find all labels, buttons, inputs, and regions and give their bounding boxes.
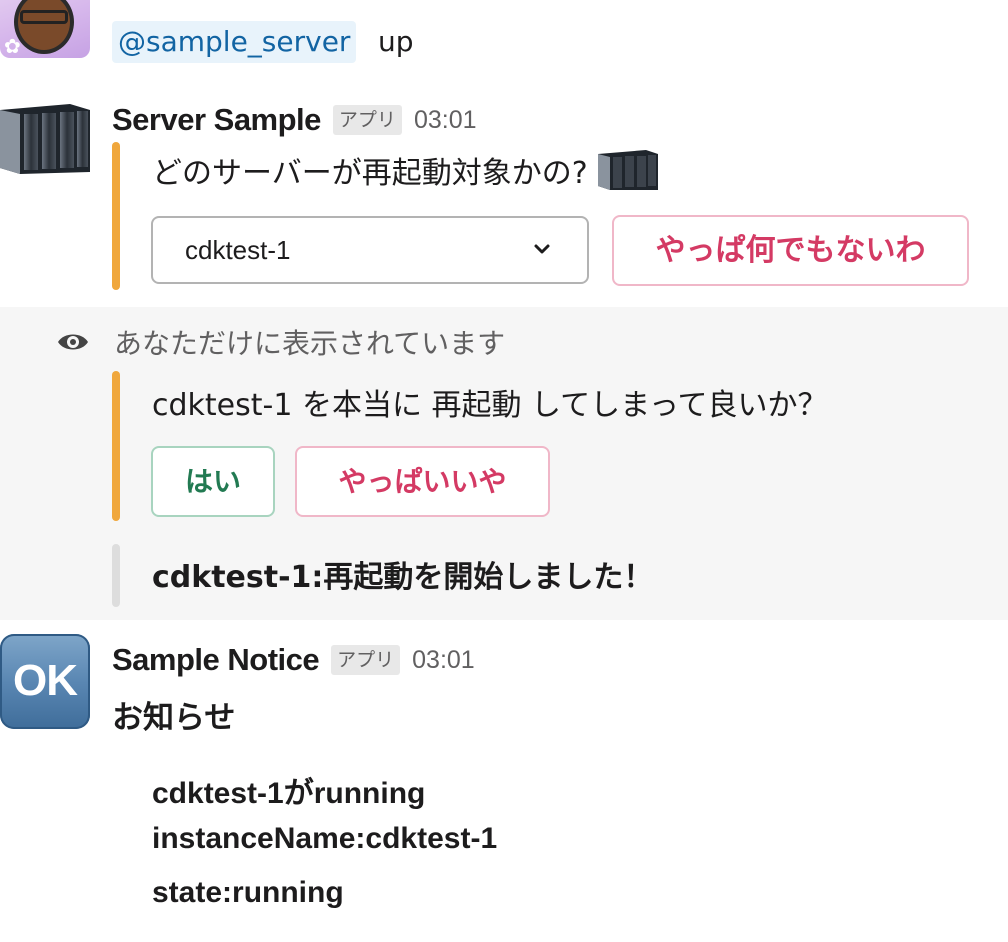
server-select[interactable]: cdktest-1: [151, 216, 589, 284]
server-rack-icon: [597, 150, 658, 190]
ephemeral-label: あなただけに表示されています: [114, 327, 506, 360]
server-rack-icon: [0, 104, 90, 174]
notice-line: cdktest-1がrunning: [152, 777, 426, 810]
ok-icon: OK: [13, 656, 78, 705]
question-text: どのサーバーが再起動対象かの?: [152, 156, 588, 191]
server-sample-avatar[interactable]: [0, 100, 90, 174]
cancel-button[interactable]: やっぱ何でもないわ: [612, 215, 969, 286]
notice-title: お知らせ: [112, 700, 236, 736]
app-badge: アプリ: [331, 645, 401, 675]
yes-button[interactable]: はい: [151, 446, 275, 517]
chevron-down-icon: [534, 244, 550, 254]
message-text: up: [378, 25, 414, 58]
confirm-text: cdktest-1 を本当に 再起動 してしまって良いか？: [152, 388, 828, 423]
timestamp[interactable]: 03:01: [414, 106, 477, 135]
message-header: Server Sample アプリ 03:01: [112, 100, 477, 140]
result-text: cdktest-1:再起動を開始しました！: [152, 560, 654, 595]
result-accent-bar: [112, 544, 120, 607]
notice-line: instanceName:cdktest-1: [152, 822, 498, 855]
user-avatar[interactable]: ✿: [0, 0, 90, 58]
no-button[interactable]: やっぱいいや: [295, 446, 550, 517]
attachment-accent-bar: [112, 371, 120, 521]
mention-sample-server[interactable]: @sample_server: [112, 21, 357, 63]
app-badge: アプリ: [332, 105, 402, 135]
sender-name[interactable]: Sample Notice: [112, 642, 320, 678]
sender-name[interactable]: Server Sample: [112, 102, 321, 138]
message-header: Sample Notice アプリ 03:01: [112, 640, 475, 680]
notice-line: state:running: [152, 876, 344, 909]
question-row: どのサーバーが再起動対象かの?: [152, 147, 658, 193]
sample-notice-avatar[interactable]: OK: [0, 634, 90, 729]
timestamp[interactable]: 03:01: [412, 646, 475, 675]
attachment-accent-bar: [112, 142, 120, 290]
eye-icon: [58, 334, 88, 350]
server-select-value: cdktest-1: [185, 235, 291, 265]
